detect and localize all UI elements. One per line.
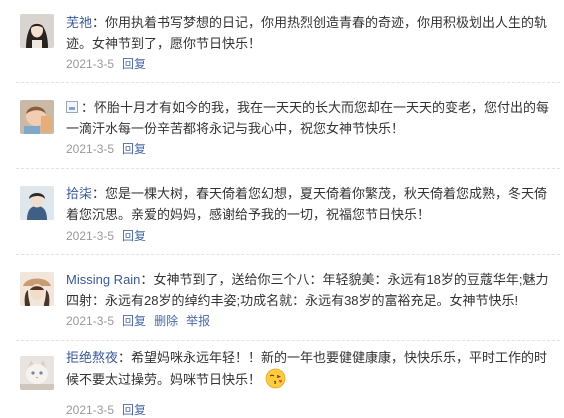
comment-username[interactable]: 拾柒 xyxy=(66,186,92,201)
comment-meta: 2021-3-5 回复 xyxy=(66,228,154,244)
comment-date: 2021-3-5 xyxy=(66,403,115,417)
comment-colon: ： xyxy=(92,186,106,201)
comment-text: 你用执着书写梦想的日记，你用热烈创造青春的奇迹，你用积极划出人生的轨迹。女神节到… xyxy=(66,15,548,51)
comment-text: 您是一棵大树，春天倚着您幻想，夏天倚着你繁茂，秋天倚着您成熟，冬天倚着您沉思。亲… xyxy=(66,186,548,222)
comment-username[interactable]: 芜祂 xyxy=(66,15,92,30)
comment-username[interactable]: Missing Rain xyxy=(66,272,140,287)
comment-body: Missing Rain：女神节到了，送给你三个八：年轻貌美：永远有18岁的豆蔻… xyxy=(66,269,556,311)
cat-photo-avatar[interactable] xyxy=(20,356,54,390)
comment-body: ：怀胎十月才有如今的我，我在一天天的长大而您却在一天天的变老，您付出的每一滴汗水… xyxy=(66,97,556,139)
comment-date: 2021-3-5 xyxy=(66,229,115,243)
reply-button[interactable]: 回复 xyxy=(122,314,146,328)
comment-date: 2021-3-5 xyxy=(66,314,115,328)
reply-button[interactable]: 回复 xyxy=(122,57,146,71)
comment-meta: 2021-3-5 回复 删除 举报 xyxy=(66,313,218,329)
comment-username[interactable]: 拒绝熬夜 xyxy=(66,350,118,365)
girl-portrait-avatar[interactable] xyxy=(20,14,54,48)
comment-date: 2021-3-5 xyxy=(66,57,115,71)
girl-with-hat-avatar[interactable] xyxy=(20,272,54,306)
kissing-face-emoji-icon xyxy=(265,368,286,389)
reply-button[interactable]: 回复 xyxy=(122,403,146,417)
baby-photo-avatar[interactable] xyxy=(20,100,54,134)
comment-meta: 2021-3-5 回复 xyxy=(66,141,154,157)
comment-meta: 2021-3-5 回复 xyxy=(66,56,154,72)
divider xyxy=(16,254,560,255)
comment-list: 芜祂：你用执着书写梦想的日记，你用热烈创造青春的奇迹，你用积极划出人生的轨迹。女… xyxy=(0,0,564,418)
comment-colon: ： xyxy=(81,100,95,115)
comment-colon: ： xyxy=(118,350,132,365)
delete-button[interactable]: 删除 xyxy=(154,314,178,328)
report-button[interactable]: 举报 xyxy=(186,314,210,328)
comment-body: 芜祂：你用执着书写梦想的日记，你用热烈创造青春的奇迹，你用积极划出人生的轨迹。女… xyxy=(66,12,556,54)
comment-colon: ： xyxy=(92,15,106,30)
divider xyxy=(16,340,560,341)
divider xyxy=(16,168,560,169)
reply-button[interactable]: 回复 xyxy=(122,229,146,243)
comment-body: 拾柒：您是一棵大树，春天倚着您幻想，夏天倚着你繁茂，秋天倚着您成熟，冬天倚着您沉… xyxy=(66,183,556,225)
reply-button[interactable]: 回复 xyxy=(122,142,146,156)
comment-colon: ： xyxy=(140,272,154,287)
divider xyxy=(16,82,560,83)
broken-image-icon xyxy=(66,101,78,113)
comment-body: 拒绝熬夜：希望妈咪永远年轻！！新的一年也要健健康康，快快乐乐，平时工作的时候不要… xyxy=(66,347,556,390)
comment-date: 2021-3-5 xyxy=(66,142,115,156)
comment-text: 希望妈咪永远年轻！！新的一年也要健健康康，快快乐乐，平时工作的时候不要太过操劳。… xyxy=(66,350,548,387)
boy-portrait-avatar[interactable] xyxy=(20,186,54,220)
comment-text: 怀胎十月才有如今的我，我在一天天的长大而您却在一天天的变老，您付出的每一滴汗水每… xyxy=(66,100,550,136)
comment-meta: 2021-3-5 回复 xyxy=(66,402,154,418)
